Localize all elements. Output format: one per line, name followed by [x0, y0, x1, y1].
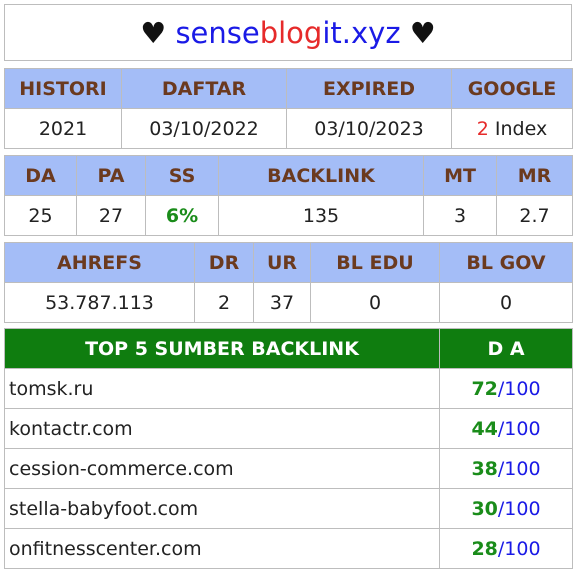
da-value: 44: [471, 417, 498, 440]
da-value: 38: [471, 457, 498, 480]
backlink-da: 44/100: [439, 408, 573, 449]
metrics-table: DA PA SS BACKLINK MT MR 25 27 6% 135 3 2…: [4, 155, 573, 236]
header-mr: MR: [496, 155, 573, 196]
value-pa: 27: [76, 195, 146, 236]
da-max: 100: [504, 417, 541, 440]
header-backlink: BACKLINK: [218, 155, 424, 196]
value-mr: 2.7: [496, 195, 573, 236]
value-da: 25: [4, 195, 77, 236]
header-dr: DR: [194, 242, 254, 283]
value-google: 2 Index: [451, 108, 573, 149]
title-part-sense: sense: [175, 15, 260, 50]
header-google: GOOGLE: [451, 68, 573, 109]
table-row: cession-commerce.com 38/100: [4, 448, 573, 489]
value-ss: 6%: [145, 195, 219, 236]
domain-info-table: HISTORI DAFTAR EXPIRED GOOGLE 2021 03/10…: [4, 68, 573, 149]
value-bl-edu: 0: [310, 282, 440, 323]
value-daftar: 03/10/2022: [121, 108, 287, 149]
table-row: onfitnesscenter.com 28/100: [4, 528, 573, 569]
value-expired: 03/10/2023: [286, 108, 452, 149]
value-histori: 2021: [4, 108, 122, 149]
backlink-da: 30/100: [439, 488, 573, 529]
top-backlinks-table: TOP 5 SUMBER BACKLINK D A tomsk.ru 72/10…: [4, 328, 573, 569]
title-part-itxyz: it.xyz: [322, 15, 401, 50]
header-histori: HISTORI: [4, 68, 122, 109]
backlink-site: tomsk.ru: [4, 368, 440, 409]
site-title: ♥ sense blog it.xyz ♥: [4, 4, 572, 61]
header-expired: EXPIRED: [286, 68, 452, 109]
header-bl-gov: BL GOV: [439, 242, 573, 283]
value-backlink: 135: [218, 195, 424, 236]
google-index-count: 2: [476, 117, 489, 140]
backlink-site: onfitnesscenter.com: [4, 528, 440, 569]
heart-icon: ♥: [140, 15, 167, 50]
table-row: tomsk.ru 72/100: [4, 368, 573, 409]
backlink-site: kontactr.com: [4, 408, 440, 449]
da-value: 30: [471, 497, 498, 520]
da-max: 100: [504, 377, 541, 400]
da-value: 28: [471, 537, 498, 560]
value-mt: 3: [423, 195, 497, 236]
header-pa: PA: [76, 155, 146, 196]
google-index-label: Index: [494, 117, 548, 140]
da-max: 100: [504, 457, 541, 480]
heart-icon: ♥: [409, 15, 436, 50]
da-max: 100: [504, 537, 541, 560]
header-bl-edu: BL EDU: [310, 242, 440, 283]
header-da: DA: [4, 155, 77, 196]
title-part-blog: blog: [259, 15, 323, 50]
da-max: 100: [504, 497, 541, 520]
value-ahrefs: 53.787.113: [4, 282, 195, 323]
table-row: kontactr.com 44/100: [4, 408, 573, 449]
header-ur: UR: [253, 242, 311, 283]
header-top-sumber-backlink: TOP 5 SUMBER BACKLINK: [4, 328, 440, 369]
header-ahrefs: AHREFS: [4, 242, 195, 283]
backlink-site: cession-commerce.com: [4, 448, 440, 489]
backlink-site: stella-babyfoot.com: [4, 488, 440, 529]
backlink-da: 28/100: [439, 528, 573, 569]
table-row: stella-babyfoot.com 30/100: [4, 488, 573, 529]
value-bl-gov: 0: [439, 282, 573, 323]
header-mt: MT: [423, 155, 497, 196]
ahrefs-table: AHREFS DR UR BL EDU BL GOV 53.787.113 2 …: [4, 242, 573, 323]
header-daftar: DAFTAR: [121, 68, 287, 109]
header-ss: SS: [145, 155, 219, 196]
value-ur: 37: [253, 282, 311, 323]
da-value: 72: [471, 377, 498, 400]
backlink-da: 72/100: [439, 368, 573, 409]
header-da-score: D A: [439, 328, 573, 369]
backlink-da: 38/100: [439, 448, 573, 489]
value-dr: 2: [194, 282, 254, 323]
